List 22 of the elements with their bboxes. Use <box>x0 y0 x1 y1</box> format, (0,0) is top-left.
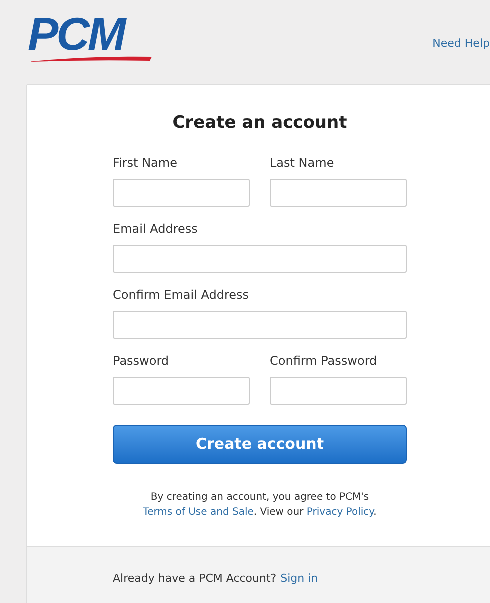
field-label: Password <box>113 352 170 368</box>
field-label: First Name <box>113 154 178 170</box>
field-label: Email Address <box>113 220 199 236</box>
input-field[interactable] <box>270 178 407 206</box>
privacy-link[interactable]: Privacy Policy <box>306 506 374 518</box>
field-label: Confirm Password <box>270 352 378 368</box>
sign-in-link[interactable]: Sign in <box>280 570 318 587</box>
input-field[interactable] <box>113 310 407 338</box>
footer-text: Already have a PCM Account? <box>113 570 277 586</box>
agreement-text: By creating an account, you agree to PCM's Terms of Use and Sale. View our Privacy Policy. <box>142 490 378 520</box>
logo-text: PCM <box>28 12 124 56</box>
field-label: Last Name <box>270 154 336 170</box>
help-link[interactable]: Need Help <box>432 36 490 52</box>
swoosh-icon <box>28 56 152 63</box>
input-field[interactable] <box>113 376 250 404</box>
input-field[interactable] <box>270 376 407 404</box>
terms-link[interactable]: Terms of Use and Sale <box>143 506 254 518</box>
input-field[interactable] <box>113 178 250 206</box>
create-account-button[interactable]: Create account <box>113 424 407 464</box>
field-label: Confirm Email Address <box>113 286 250 302</box>
form-title: Create an account <box>172 112 348 135</box>
input-field[interactable] <box>113 244 407 272</box>
